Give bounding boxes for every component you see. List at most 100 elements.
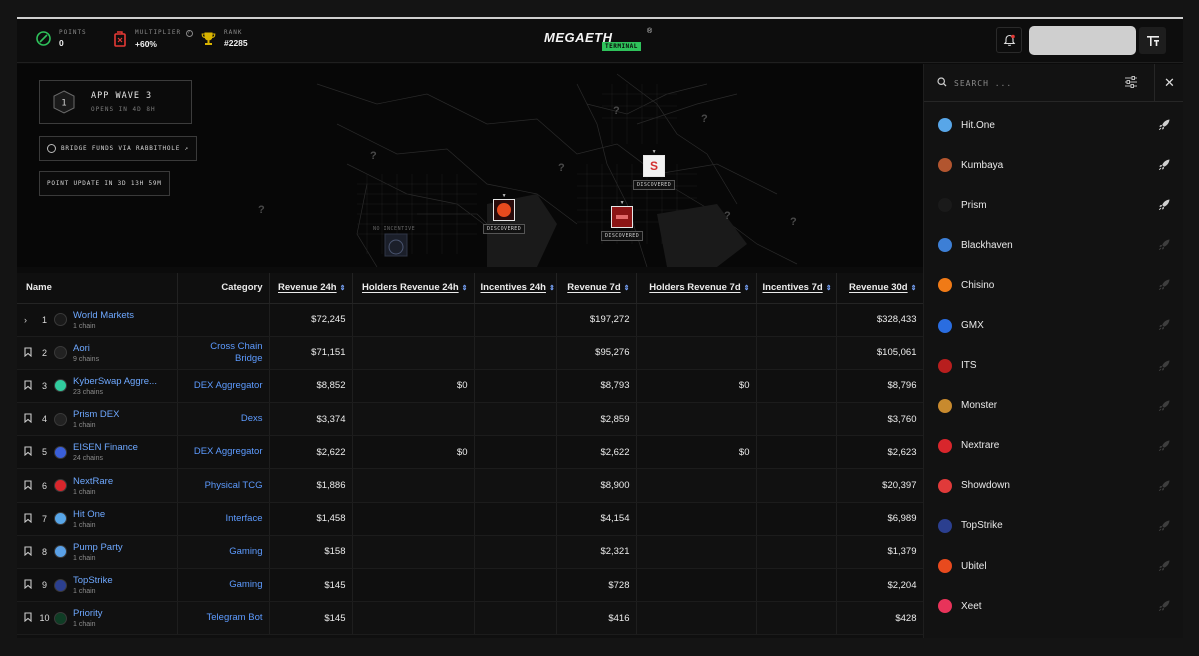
rocket-icon[interactable] (1158, 599, 1171, 612)
category-link[interactable]: Cross Chain Bridge (177, 336, 270, 370)
category-link[interactable]: Gaming (177, 568, 270, 603)
bookmark-icon[interactable] (24, 413, 36, 425)
rocket-icon[interactable] (1158, 479, 1171, 492)
sidebar-app-item[interactable]: ITS (924, 346, 1183, 386)
project-name-link[interactable]: KyberSwap Aggre... (73, 376, 157, 387)
sidebar-app-item[interactable]: Blackhaven (924, 225, 1183, 265)
table-row[interactable]: 5 EISEN Finance 24 chains DEX Aggregator… (17, 435, 924, 470)
rocket-icon[interactable] (1158, 559, 1171, 572)
close-sidebar-button[interactable]: ✕ (1154, 64, 1183, 102)
sidebar-app-item[interactable]: Showdown (924, 466, 1183, 506)
expand-chevron-icon[interactable]: › (24, 315, 36, 325)
project-name-link[interactable]: EISEN Finance (73, 442, 138, 453)
project-name-link[interactable]: Hit One (73, 509, 105, 520)
bookmark-icon[interactable] (24, 446, 36, 458)
profile-button[interactable] (1029, 26, 1136, 55)
table-row[interactable]: 6 NextRare 1 chain Physical TCG $1,886 $8,… (17, 468, 924, 503)
header-holders-revenue-24h[interactable]: Holders Revenue 24h ⇕ (352, 273, 475, 304)
sidebar-app-item[interactable]: Chisino (924, 265, 1183, 305)
bookmark-icon[interactable] (24, 380, 36, 392)
name-cell[interactable]: 4 Prism DEX 1 chain (17, 402, 178, 437)
category-link[interactable]: Interface (177, 502, 270, 536)
name-cell[interactable]: 3 KyberSwap Aggre... 23 chains (17, 369, 178, 404)
name-cell[interactable]: 8 Pump Party 1 chain (17, 535, 178, 570)
rocket-icon[interactable] (1158, 519, 1171, 532)
undiscovered-marker[interactable]: ? (790, 216, 797, 228)
name-cell[interactable]: 6 NextRare 1 chain (17, 468, 178, 503)
bookmark-icon[interactable] (24, 347, 36, 359)
discovered-pin-its[interactable]: ▼ DISCOVERED (601, 200, 644, 241)
category-link[interactable]: Dexs (177, 402, 270, 437)
table-row[interactable]: 3 KyberSwap Aggre... 23 chains DEX Aggre… (17, 369, 924, 404)
category-link[interactable]: Physical TCG (177, 468, 270, 503)
rocket-icon[interactable] (1158, 318, 1171, 331)
header-revenue-7d[interactable]: Revenue 7d ⇕ (556, 273, 637, 304)
project-name-link[interactable]: TopStrike (73, 575, 113, 586)
category-link[interactable]: Gaming (177, 535, 270, 570)
sidebar-app-item[interactable]: Nextrare (924, 426, 1183, 466)
name-cell[interactable]: 10 Priority 1 chain (17, 601, 178, 636)
name-cell[interactable]: 2 Aori 9 chains (17, 336, 178, 370)
sidebar-app-item[interactable]: Prism (924, 185, 1183, 225)
sidebar-app-item[interactable]: TopStrike (924, 506, 1183, 546)
undiscovered-marker[interactable]: ? (724, 210, 731, 222)
header-name[interactable]: Name (17, 273, 178, 304)
header-category[interactable]: Category (177, 273, 270, 304)
app-wave-card[interactable]: 1 APP WAVE 3 OPENS IN 4D 8H (39, 80, 192, 124)
sidebar-app-item[interactable]: GMX (924, 305, 1183, 345)
undiscovered-marker[interactable]: ? (613, 105, 620, 117)
bridge-funds-button[interactable]: BRIDGE FUNDS VIA RABBITHOLE ↗ (39, 136, 197, 161)
rocket-icon[interactable] (1158, 439, 1171, 452)
project-name-link[interactable]: NextRare (73, 476, 113, 487)
rocket-icon[interactable] (1158, 238, 1171, 251)
table-row[interactable]: 9 TopStrike 1 chain Gaming $145 $728 $2,204 (17, 568, 924, 603)
discovery-map[interactable]: 1 APP WAVE 3 OPENS IN 4D 8H BRIDGE FUNDS… (17, 64, 923, 267)
category-link[interactable]: Telegram Bot (177, 601, 270, 636)
bookmark-icon[interactable] (24, 513, 36, 525)
rocket-icon[interactable] (1158, 399, 1171, 412)
category-link[interactable] (177, 303, 270, 337)
bookmark-icon[interactable] (24, 579, 36, 591)
header-holders-revenue-7d[interactable]: Holders Revenue 7d ⇕ (636, 273, 757, 304)
category-link[interactable]: DEX Aggregator (177, 369, 270, 404)
filter-icon[interactable] (1124, 75, 1138, 89)
header-incentives-24h[interactable]: Incentives 24h ⇕ (474, 273, 557, 304)
sidebar-app-item[interactable]: Hit.One (924, 105, 1183, 145)
sidebar-app-item[interactable]: Kumbaya (924, 145, 1183, 185)
header-incentives-7d[interactable]: Incentives 7d ⇕ (756, 273, 837, 304)
table-row[interactable]: 4 Prism DEX 1 chain Dexs $3,374 $2,859 $3,7… (17, 402, 924, 437)
header-revenue-24h[interactable]: Revenue 24h ⇕ (269, 273, 353, 304)
terminal-menu-button[interactable] (1139, 27, 1166, 54)
table-row[interactable]: 7 Hit One 1 chain Interface $1,458 $4,154 $… (17, 502, 924, 536)
project-name-link[interactable]: Aori (73, 343, 99, 354)
discovered-pin-ubitel[interactable]: ▼ DISCOVERED (483, 193, 526, 234)
table-row[interactable]: › 1 World Markets 1 chain $72,245 $197,27… (17, 303, 924, 337)
header-revenue-30d[interactable]: Revenue 30d ⇕ (836, 273, 924, 304)
notifications-button[interactable] (996, 27, 1022, 53)
project-name-link[interactable]: Priority (73, 608, 103, 619)
project-name-link[interactable]: Prism DEX (73, 409, 119, 420)
name-cell[interactable]: › 1 World Markets 1 chain (17, 303, 178, 337)
search-input[interactable] (954, 75, 1114, 91)
undiscovered-marker[interactable]: ? (701, 113, 708, 125)
name-cell[interactable]: 9 TopStrike 1 chain (17, 568, 178, 603)
info-icon[interactable]: ? (185, 30, 193, 37)
megaeth-logo[interactable]: MEGAETH ® TERMINAL (544, 28, 656, 54)
undiscovered-marker[interactable]: ? (258, 204, 265, 216)
rocket-icon[interactable] (1158, 118, 1171, 131)
rocket-icon[interactable] (1158, 359, 1171, 372)
table-row[interactable]: 8 Pump Party 1 chain Gaming $158 $2,321 $1,… (17, 535, 924, 570)
name-cell[interactable]: 7 Hit One 1 chain (17, 502, 178, 536)
undiscovered-marker[interactable]: ? (370, 150, 377, 162)
rocket-icon[interactable] (1158, 278, 1171, 291)
table-row[interactable]: 10 Priority 1 chain Telegram Bot $145 $416… (17, 601, 924, 636)
project-name-link[interactable]: Pump Party (73, 542, 123, 553)
rocket-icon[interactable] (1158, 158, 1171, 171)
undiscovered-marker[interactable]: ? (558, 162, 565, 174)
sidebar-app-item[interactable]: Ubitel (924, 546, 1183, 586)
project-name-link[interactable]: World Markets (73, 310, 134, 321)
rocket-icon[interactable] (1158, 198, 1171, 211)
category-link[interactable]: DEX Aggregator (177, 435, 270, 470)
name-cell[interactable]: 5 EISEN Finance 24 chains (17, 435, 178, 470)
table-row[interactable]: 2 Aori 9 chains Cross Chain Bridge $71,15… (17, 336, 924, 370)
